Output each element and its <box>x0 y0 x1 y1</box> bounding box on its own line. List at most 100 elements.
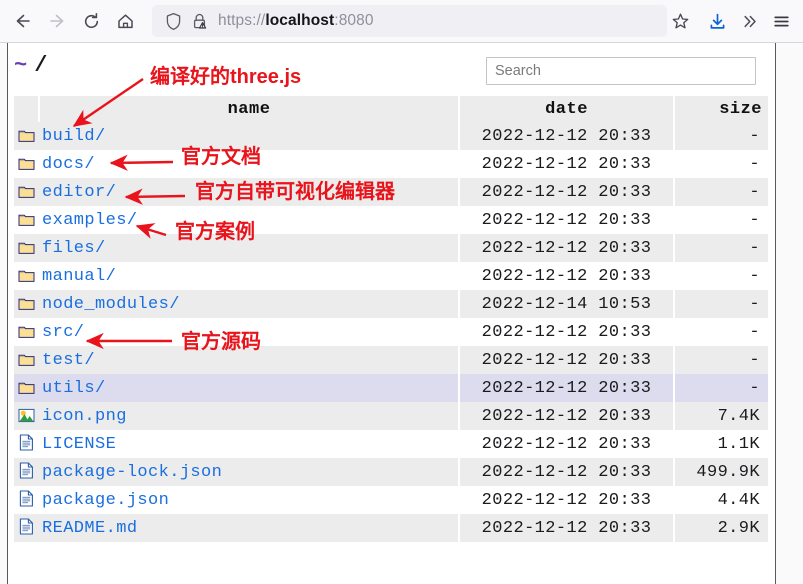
reload-icon <box>84 12 98 28</box>
downloads-button[interactable] <box>701 5 733 37</box>
row-date-cell: 2022-12-12 20:33 <box>458 262 673 290</box>
folder-icon <box>18 326 34 338</box>
row-icon-cell <box>14 402 38 430</box>
row-date-cell: 2022-12-12 20:33 <box>458 206 673 234</box>
row-date-cell: 2022-12-14 10:53 <box>458 290 673 318</box>
file-icon <box>19 490 33 507</box>
table-row[interactable]: test/2022-12-12 20:33- <box>14 346 768 374</box>
row-icon-cell <box>14 430 38 458</box>
row-name-cell[interactable]: icon.png <box>38 402 458 430</box>
row-icon-cell <box>14 318 38 346</box>
shield-icon[interactable] <box>160 10 186 32</box>
row-date-cell: 2022-12-12 20:33 <box>458 234 673 262</box>
row-icon-cell <box>14 206 38 234</box>
file-link[interactable]: icon.png <box>42 407 127 426</box>
row-icon-cell <box>14 150 38 178</box>
row-name-cell[interactable]: package-lock.json <box>38 458 458 486</box>
file-link[interactable]: test/ <box>42 351 95 370</box>
overflow-button[interactable] <box>733 5 765 37</box>
row-name-cell[interactable]: package.json <box>38 486 458 514</box>
app-menu-button[interactable] <box>765 5 797 37</box>
reload-button[interactable] <box>74 4 108 38</box>
row-size-cell: - <box>673 150 768 178</box>
table-row[interactable]: README.md 2022-12-12 20:33 2.9K <box>14 514 768 542</box>
row-icon-cell <box>14 514 38 542</box>
folder-icon <box>18 130 34 142</box>
page-content-area: ~/ name date size build/2022-12-12 20:33… <box>0 43 803 584</box>
window-left-strip <box>0 43 7 584</box>
breadcrumb-home-link[interactable]: ~ <box>14 53 28 78</box>
row-name-cell[interactable]: README.md <box>38 514 458 542</box>
shield-glyph <box>166 12 180 30</box>
row-date-cell: 2022-12-12 20:33 <box>458 458 673 486</box>
file-link[interactable]: examples/ <box>42 211 137 230</box>
annotation-label: 官方源码 <box>181 331 261 353</box>
bookmark-button[interactable] <box>665 6 695 36</box>
folder-icon <box>18 158 34 170</box>
table-row[interactable]: icon.png 2022-12-12 20:33 7.4K <box>14 402 768 430</box>
breadcrumb: ~ / <box>14 53 48 78</box>
column-header-name[interactable]: name <box>38 96 458 122</box>
browser-window: https://localhost:8080 ~ / Search name d… <box>0 0 803 584</box>
address-bar[interactable]: https://localhost:8080 <box>152 5 667 37</box>
folder-icon <box>18 382 34 394</box>
row-date-cell: 2022-12-12 20:33 <box>458 150 673 178</box>
table-row[interactable]: utils/2022-12-12 20:33- <box>14 374 768 402</box>
row-size-cell: 2.9K <box>673 514 768 542</box>
row-name-cell[interactable]: manual/ <box>38 262 458 290</box>
file-link[interactable]: node_modules/ <box>42 295 180 314</box>
row-name-cell[interactable]: utils/ <box>38 374 458 402</box>
file-link[interactable]: files/ <box>42 239 106 258</box>
table-row[interactable]: manual/2022-12-12 20:33- <box>14 262 768 290</box>
folder-icon <box>18 186 34 198</box>
row-size-cell: - <box>673 318 768 346</box>
file-link[interactable]: README.md <box>42 519 137 538</box>
column-header-size[interactable]: size <box>673 96 768 122</box>
row-name-cell[interactable]: LICENSE <box>38 430 458 458</box>
lock-warning-glyph <box>193 13 206 29</box>
row-icon-cell <box>14 458 38 486</box>
annotation-label: 官方文档 <box>181 146 261 168</box>
file-link[interactable]: manual/ <box>42 267 116 286</box>
home-button[interactable] <box>108 4 142 38</box>
table-row[interactable]: package-lock.json 2022-12-12 20:33 499.9K <box>14 458 768 486</box>
row-date-cell: 2022-12-12 20:33 <box>458 514 673 542</box>
back-button[interactable] <box>6 4 40 38</box>
row-icon-cell <box>14 290 38 318</box>
row-size-cell: 499.9K <box>673 458 768 486</box>
table-row[interactable]: files/2022-12-12 20:33- <box>14 234 768 262</box>
column-header-icon <box>14 96 38 122</box>
table-row[interactable]: examples/2022-12-12 20:33- <box>14 206 768 234</box>
table-header-row: name date size <box>14 96 768 122</box>
forward-button[interactable] <box>40 4 74 38</box>
insecure-lock-icon[interactable] <box>186 10 212 32</box>
url-text: https://localhost:8080 <box>218 12 374 30</box>
file-link[interactable]: package-lock.json <box>42 463 222 482</box>
file-link[interactable]: package.json <box>42 491 169 510</box>
folder-icon <box>18 354 34 366</box>
home-icon <box>117 13 133 28</box>
column-header-date[interactable]: date <box>458 96 673 122</box>
row-name-cell[interactable]: node_modules/ <box>38 290 458 318</box>
file-link[interactable]: utils/ <box>42 379 106 398</box>
page-scrollbar[interactable] <box>776 43 803 584</box>
file-link[interactable]: src/ <box>42 323 84 342</box>
row-date-cell: 2022-12-12 20:33 <box>458 122 673 150</box>
table-row[interactable]: package.json 2022-12-12 20:33 4.4K <box>14 486 768 514</box>
file-link[interactable]: LICENSE <box>42 435 116 454</box>
table-row[interactable]: src/2022-12-12 20:33- <box>14 318 768 346</box>
file-link[interactable]: editor/ <box>42 183 116 202</box>
row-size-cell: - <box>673 122 768 150</box>
search-input[interactable] <box>486 57 756 85</box>
folder-icon <box>18 270 34 282</box>
table-row[interactable]: node_modules/2022-12-14 10:53- <box>14 290 768 318</box>
table-row[interactable]: docs/2022-12-12 20:33- <box>14 150 768 178</box>
row-icon-cell <box>14 234 38 262</box>
file-link[interactable]: build/ <box>42 127 106 146</box>
annotation-label: 官方案例 <box>175 221 255 243</box>
row-size-cell: 1.1K <box>673 430 768 458</box>
table-row[interactable]: LICENSE 2022-12-12 20:33 1.1K <box>14 430 768 458</box>
row-icon-cell <box>14 486 38 514</box>
table-row[interactable]: build/2022-12-12 20:33- <box>14 122 768 150</box>
file-link[interactable]: docs/ <box>42 155 95 174</box>
